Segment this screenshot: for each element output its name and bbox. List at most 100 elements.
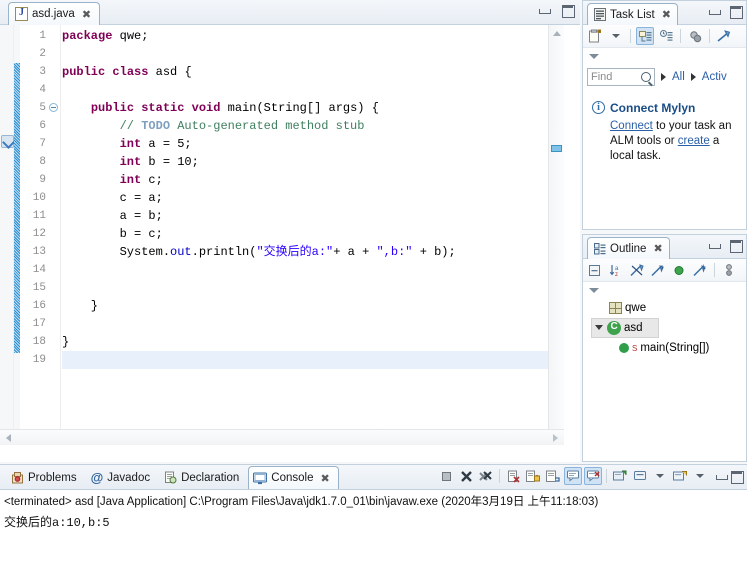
outline-item-method[interactable]: S main(String[]) xyxy=(583,338,746,358)
close-icon[interactable]: ✖ xyxy=(320,472,329,485)
filter-active-link[interactable]: Activ xyxy=(702,71,727,83)
console-output[interactable]: <terminated> asd [Java Application] C:\P… xyxy=(0,490,747,574)
clear-console-icon[interactable] xyxy=(504,467,522,485)
hide-fields-icon[interactable] xyxy=(628,261,646,279)
minimize-icon[interactable] xyxy=(708,5,721,18)
code-line[interactable] xyxy=(62,351,562,369)
create-link[interactable]: create xyxy=(678,135,710,147)
open-console-icon[interactable] xyxy=(671,467,689,485)
code-line[interactable]: // TODO Auto-generated method stub xyxy=(62,117,562,135)
search-input[interactable]: Find xyxy=(587,68,655,86)
editor-tab-label: asd.java xyxy=(32,8,75,20)
sort-alphabetically-icon[interactable]: a z xyxy=(607,261,625,279)
close-icon[interactable]: ✖ xyxy=(653,242,662,255)
show-console-on-error-icon[interactable] xyxy=(584,467,602,485)
line-number: 7 xyxy=(39,138,46,150)
line-number: 2 xyxy=(39,48,46,60)
outline-menu-icon[interactable] xyxy=(720,261,738,279)
search-icon[interactable] xyxy=(641,72,651,82)
maximize-icon[interactable] xyxy=(561,4,575,18)
editor-horizontal-scrollbar[interactable] xyxy=(0,429,564,445)
editor-vertical-scrollbar[interactable] xyxy=(548,25,564,445)
code-line[interactable] xyxy=(62,81,562,99)
pin-console-icon[interactable] xyxy=(611,467,629,485)
maximize-icon[interactable] xyxy=(729,239,743,253)
view-menu-chevron-icon[interactable] xyxy=(589,53,599,59)
maximize-icon[interactable] xyxy=(730,470,744,484)
tab-declaration[interactable]: Declaration xyxy=(159,466,248,489)
terminate-icon[interactable] xyxy=(437,467,455,485)
minimize-icon[interactable] xyxy=(538,4,551,17)
code-line[interactable] xyxy=(62,261,562,279)
tab-outline[interactable]: Outline ✖ xyxy=(587,237,670,259)
scroll-up-icon[interactable] xyxy=(553,31,561,36)
filter-all-arrow-icon[interactable] xyxy=(661,73,666,81)
view-menu-chevron-icon[interactable] xyxy=(589,287,599,293)
minimize-icon[interactable] xyxy=(715,470,728,483)
code-line[interactable]: } xyxy=(62,297,562,315)
code-line[interactable]: public class asd { xyxy=(62,63,562,81)
fold-marker-icon[interactable] xyxy=(49,103,58,112)
code-line[interactable]: b = c; xyxy=(62,225,562,243)
code-token: .println( xyxy=(191,245,257,259)
code-line[interactable]: int c; xyxy=(62,171,562,189)
annotation-ruler[interactable] xyxy=(0,25,14,445)
close-icon[interactable]: ✖ xyxy=(82,8,91,21)
tab-console[interactable]: Console ✖ xyxy=(248,466,339,489)
new-task-dropdown-icon[interactable] xyxy=(607,27,625,45)
code-pane[interactable]: 1 2 3 4 5 6 7 8 9 10 11 12 13 14 15 16 17 18 19 package qw… xyxy=(0,25,564,445)
code-line[interactable]: c = a; xyxy=(62,189,562,207)
connect-mylyn-line2-post: a xyxy=(709,135,720,147)
show-console-on-output-icon[interactable] xyxy=(564,467,582,485)
editor-tab-asd-java[interactable]: asd.java ✖ xyxy=(8,2,101,25)
hide-nonpublic-icon[interactable] xyxy=(670,261,688,279)
tab-problems[interactable]: Problems xyxy=(6,466,86,489)
code-line[interactable]: int b = 10; xyxy=(62,153,562,171)
outline-view-menu[interactable] xyxy=(583,282,746,298)
tab-javadoc[interactable]: @ Javadoc xyxy=(86,466,160,489)
open-console-dropdown-icon[interactable] xyxy=(691,467,709,485)
remove-all-terminated-icon[interactable] xyxy=(477,467,495,485)
new-task-icon[interactable] xyxy=(586,27,604,45)
class-icon xyxy=(607,321,621,335)
twisty-open-icon[interactable] xyxy=(594,323,604,333)
code-line[interactable] xyxy=(62,279,562,297)
focus-on-workweek-icon[interactable] xyxy=(686,27,704,45)
folding-ruler[interactable] xyxy=(48,25,60,445)
filter-all-link[interactable]: All xyxy=(672,71,685,83)
word-wrap-icon[interactable] xyxy=(544,467,562,485)
task-list-view-menu[interactable] xyxy=(583,48,746,64)
close-icon[interactable]: ✖ xyxy=(662,8,671,21)
remove-launch-icon[interactable] xyxy=(457,467,475,485)
scroll-right-icon[interactable] xyxy=(553,434,558,442)
categorized-presentation-icon[interactable] xyxy=(636,27,654,45)
display-selected-console-dropdown-icon[interactable] xyxy=(651,467,669,485)
code-text[interactable]: package qwe; public class asd { public s… xyxy=(62,25,562,445)
collapse-all-icon[interactable] xyxy=(586,261,604,279)
code-line[interactable]: int a = 5; xyxy=(62,135,562,153)
outline-item-class[interactable]: asd xyxy=(591,318,659,338)
connect-link[interactable]: Connect xyxy=(610,120,653,132)
code-token: b = 10; xyxy=(141,155,199,169)
filter-active-arrow-icon[interactable] xyxy=(690,73,696,81)
tab-task-list[interactable]: Task List ✖ xyxy=(587,3,678,25)
quickfix-marker-icon[interactable] xyxy=(1,135,14,148)
minimize-icon[interactable] xyxy=(708,239,721,252)
collapse-all-icon[interactable] xyxy=(715,27,733,45)
code-line[interactable]: System.out.println("交换后的a:"+ a + ",b:" +… xyxy=(62,243,562,261)
code-line[interactable]: a = b; xyxy=(62,207,562,225)
code-line[interactable]: package qwe; xyxy=(62,27,562,45)
hide-static-icon[interactable]: s xyxy=(649,261,667,279)
scroll-left-icon[interactable] xyxy=(6,434,11,442)
code-line[interactable]: public static void main(String[] args) { xyxy=(62,99,562,117)
code-line[interactable] xyxy=(62,315,562,333)
outline-item-package[interactable]: qwe xyxy=(583,298,746,318)
scroll-lock-icon[interactable] xyxy=(524,467,542,485)
overview-marker-icon[interactable] xyxy=(551,145,562,152)
scheduled-presentation-icon[interactable] xyxy=(657,27,675,45)
code-line[interactable]: } xyxy=(62,333,562,351)
display-selected-console-icon[interactable] xyxy=(631,467,649,485)
hide-local-types-icon[interactable]: L xyxy=(691,261,709,279)
code-line[interactable] xyxy=(62,45,562,63)
maximize-icon[interactable] xyxy=(729,5,743,19)
